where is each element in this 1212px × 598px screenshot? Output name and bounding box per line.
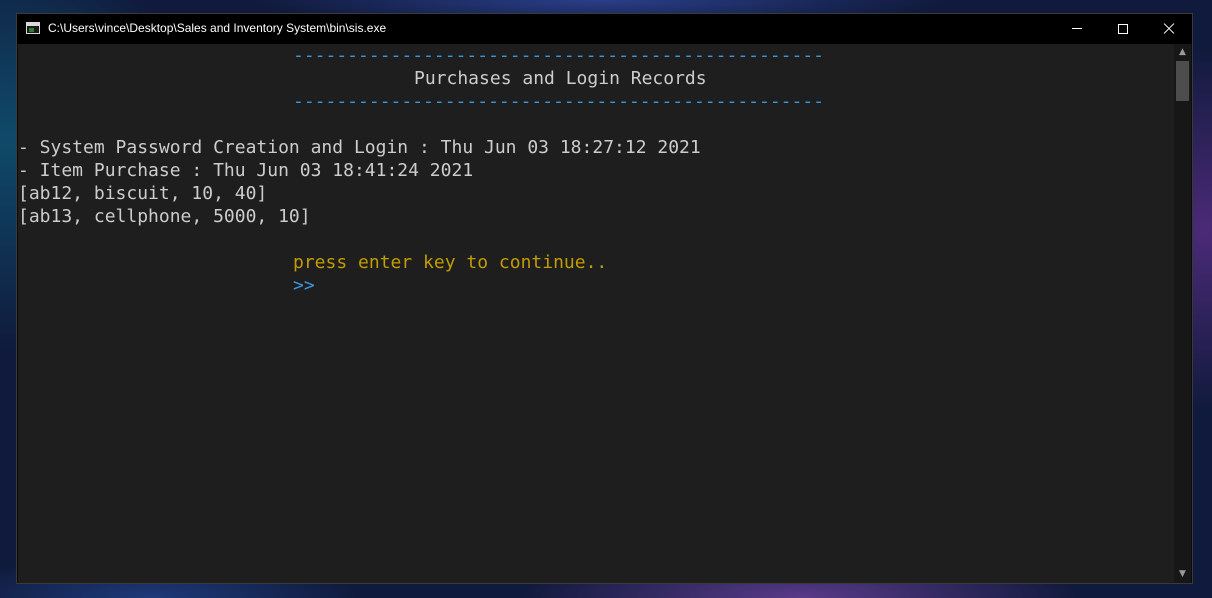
minimize-icon <box>1072 28 1082 29</box>
scroll-up-icon[interactable]: ▲ <box>1174 45 1191 60</box>
record-line: - System Password Creation and Login : T… <box>18 137 701 158</box>
maximize-icon <box>1118 24 1128 34</box>
divider-top: ----------------------------------------… <box>293 45 825 66</box>
scroll-thumb[interactable] <box>1176 61 1189 101</box>
divider-bottom: ----------------------------------------… <box>293 91 825 112</box>
record-line: [ab12, biscuit, 10, 40] <box>18 183 268 204</box>
scroll-down-icon[interactable]: ▼ <box>1174 567 1191 582</box>
input-cursor[interactable]: >> <box>293 274 315 297</box>
console-window: C:\Users\vince\Desktop\Sales and Invento… <box>16 13 1193 584</box>
title-bar[interactable]: C:\Users\vince\Desktop\Sales and Invento… <box>17 14 1192 44</box>
records-heading: Purchases and Login Records <box>414 68 707 89</box>
minimize-button[interactable] <box>1054 14 1100 44</box>
console-output[interactable]: ----------------------------------------… <box>18 44 1175 583</box>
console-app-icon[interactable] <box>26 22 40 34</box>
continue-prompt: press enter key to continue.. <box>293 252 608 273</box>
record-line: - Item Purchase : Thu Jun 03 18:41:24 20… <box>18 160 474 181</box>
maximize-button[interactable] <box>1100 14 1146 44</box>
record-line: [ab13, cellphone, 5000, 10] <box>18 206 311 227</box>
close-button[interactable] <box>1146 14 1192 44</box>
window-title: C:\Users\vince\Desktop\Sales and Invento… <box>48 21 387 35</box>
close-icon <box>1162 28 1176 29</box>
vertical-scrollbar[interactable]: ▲ ▼ <box>1174 44 1191 583</box>
